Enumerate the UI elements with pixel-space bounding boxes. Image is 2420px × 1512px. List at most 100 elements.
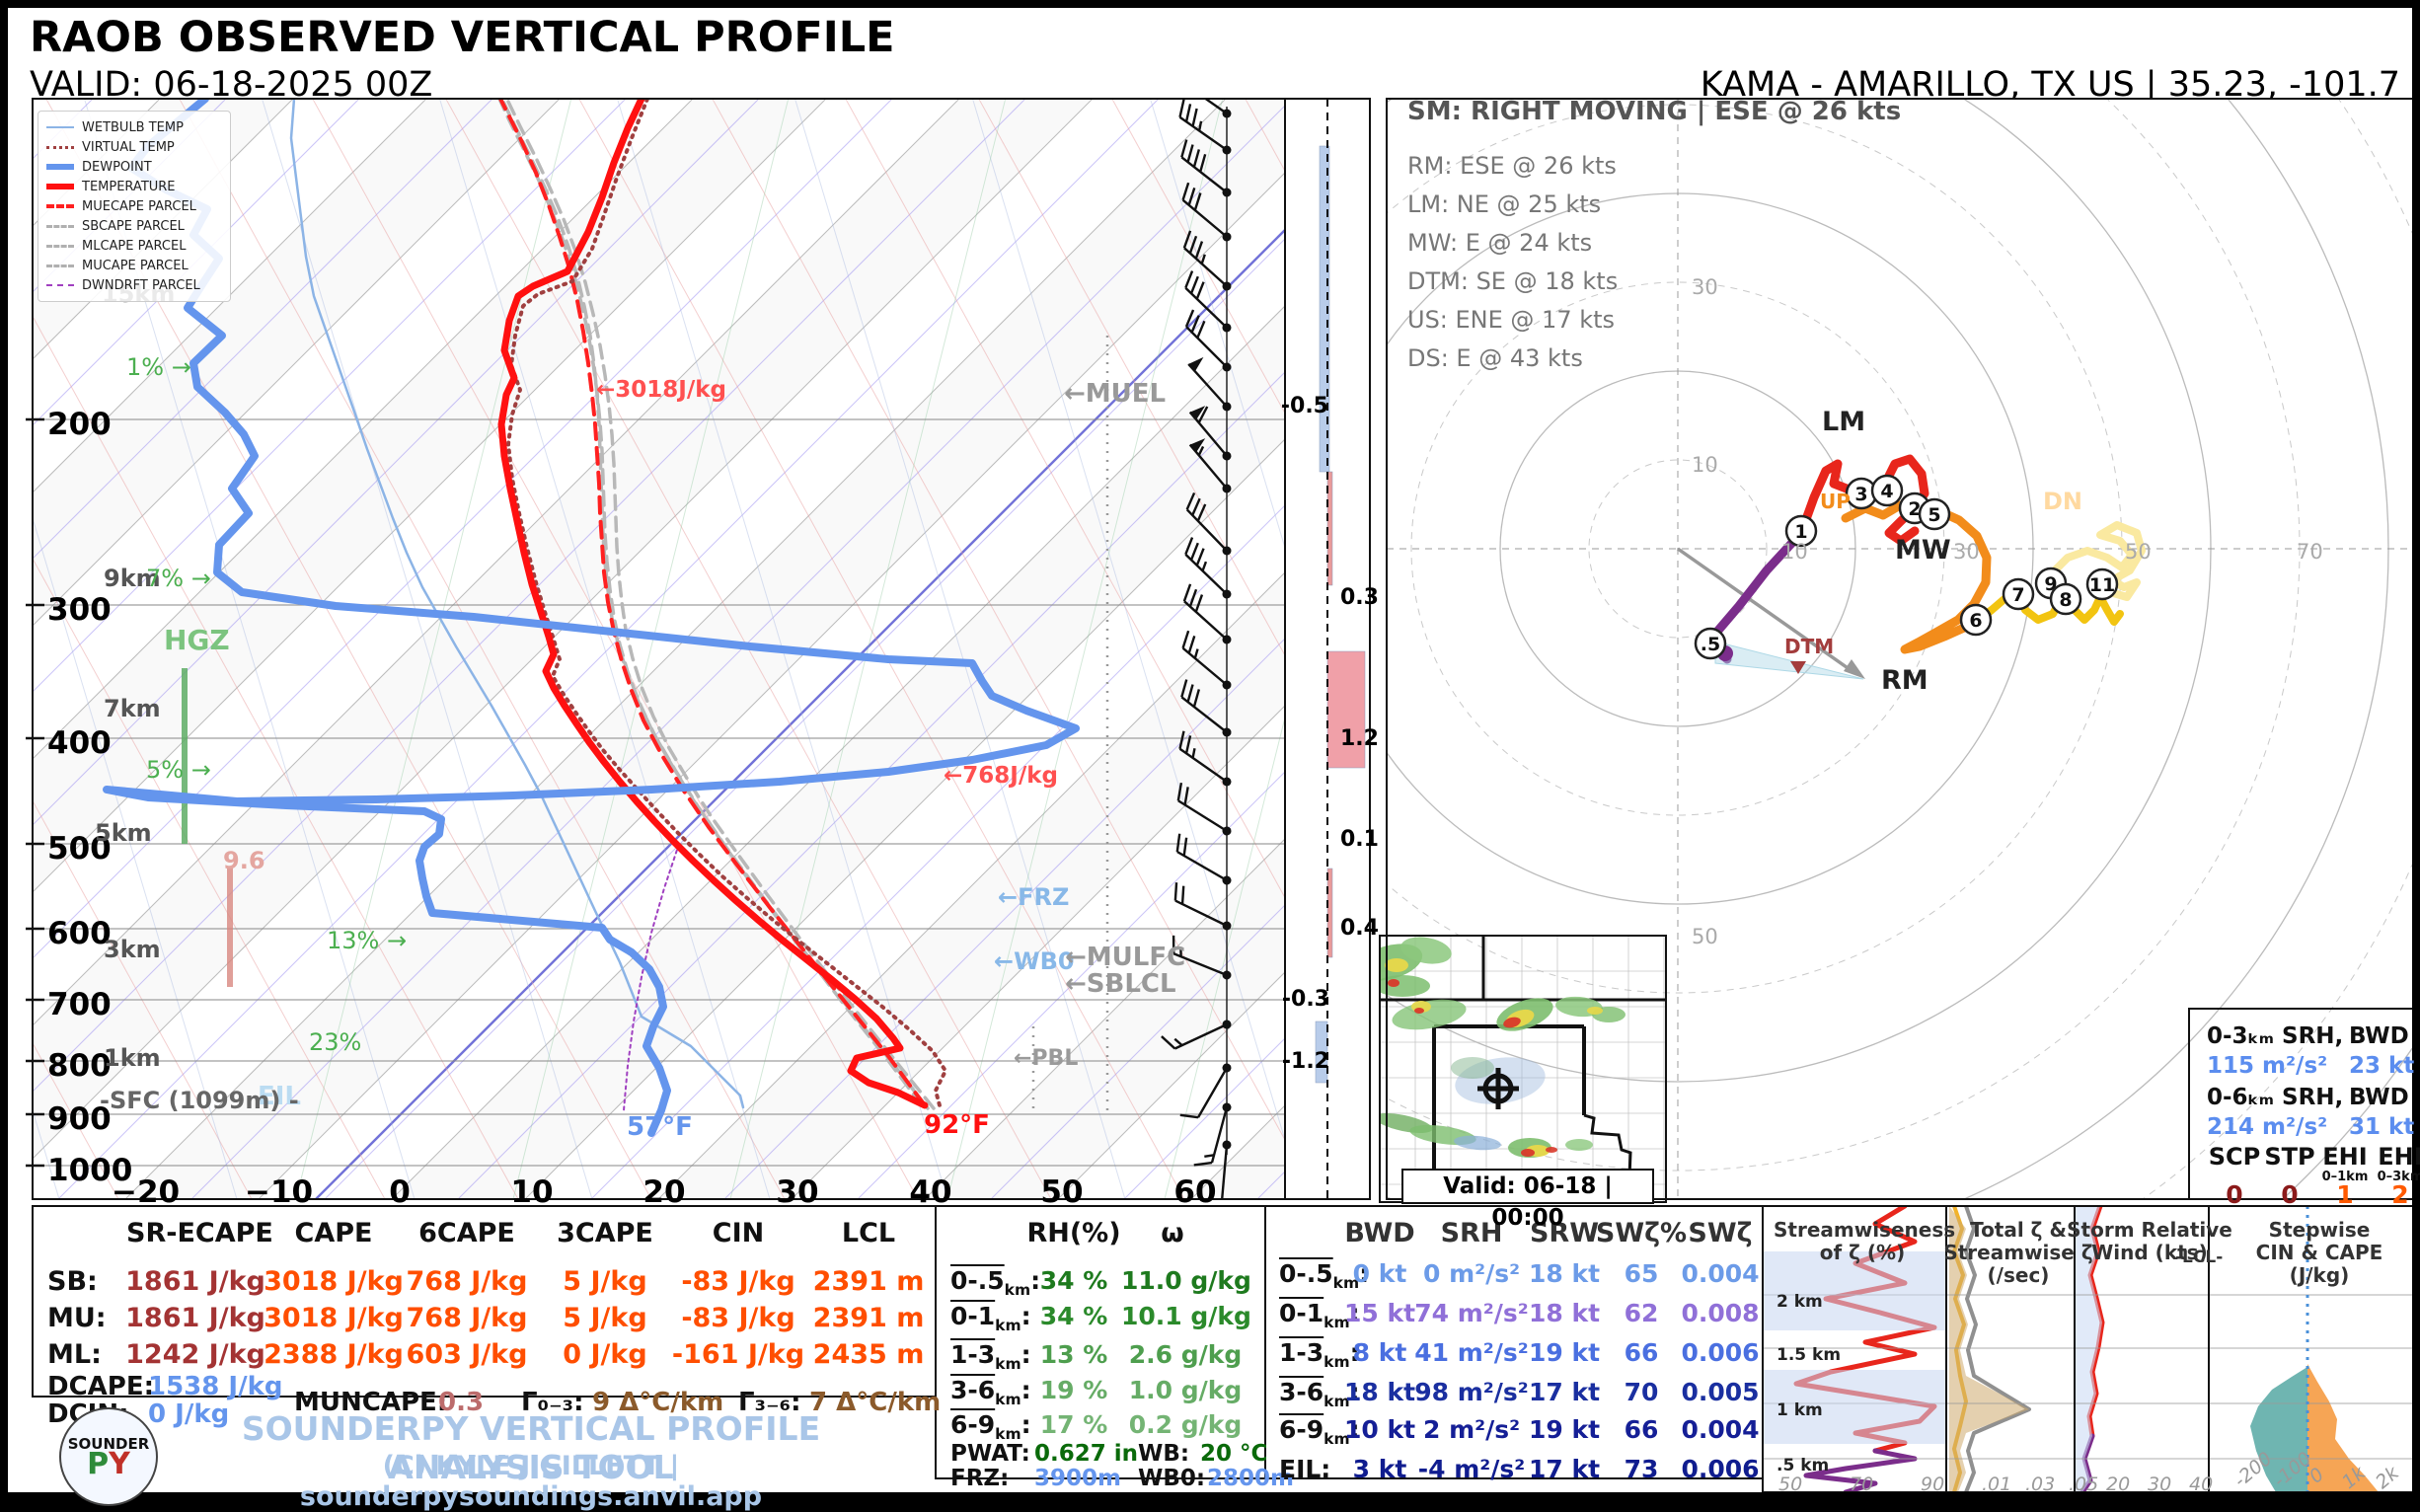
temp-axis-label: 10 [510,1176,554,1209]
composite-param-value: 2 [2371,1182,2420,1208]
mini-axis-tick: 70 [1850,1475,1873,1495]
legend-item: DEWPOINT [46,157,222,177]
omega-value-label: -1.2 [1250,1050,1329,1073]
shear-cell: 0.006 [1651,1340,1789,1366]
srh-box-row1-v1: 115 m²/s² [2207,1054,2327,1078]
height-km-label: 5km [95,821,152,846]
omega-value-label: 1.2 [1340,727,1379,750]
thermo-table-header: 6CAPE [398,1220,536,1247]
srh-box-row1-label2: BWD [2349,1024,2409,1048]
thermo-table-header: 3CAPE [536,1220,674,1247]
hodo-marker-label: 8 [2059,589,2072,611]
legend-line-sample-icon [46,126,74,128]
legend-line-sample-icon [46,225,74,228]
wb0-label: WB0: [1138,1467,1205,1490]
shear-cell: 0.008 [1651,1301,1789,1326]
wb-label: WB: [1138,1442,1189,1466]
pressure-axis-label: 300 [47,594,112,627]
hodo-point-label: DN [2043,490,2082,514]
rh-cell: 19 % [1024,1378,1123,1403]
pressure-axis-label: 700 [47,989,112,1021]
legend-item: MUECAPE PARCEL [46,196,222,216]
mini-panel-title: CIN & CAPE [2231,1243,2408,1263]
pressure-axis-label: 400 [47,727,112,760]
dcape-label: DCAPE: [47,1374,154,1400]
hodo-marker-label: 4 [1880,481,1893,502]
hodo-ring-label: 30 [1692,276,1718,298]
hodo-ring-label: 10 [1692,454,1718,476]
composite-param-header: SCP [2205,1145,2264,1170]
legend-item: SBCAPE PARCEL [46,216,222,236]
legend-item: TEMPERATURE [46,177,222,196]
mixing-ratio-cell: 2.6 g/kg [1121,1342,1249,1368]
thermo-row-label: MU: [47,1305,107,1332]
composite-param-header: EHI [2371,1145,2420,1170]
sounderpy-logo: SOUNDER PY [59,1407,158,1506]
temp-axis-label: 50 [1040,1176,1084,1209]
wb-value: 20 °C [1200,1442,1267,1466]
mini-axis-tick: 30 [2148,1475,2171,1495]
omega-value-label: 0.4 [1340,917,1379,940]
temp-axis-label: −10 [245,1176,288,1209]
height-km-label: 7km [104,697,161,721]
hodo-ring-label: 30 [1953,541,1980,563]
hodo-point-label: LM [1822,409,1865,436]
legend-item-label: MUCAPE PARCEL [82,259,189,273]
omega-table-header: ω [1143,1220,1202,1247]
legend-line-sample-icon [46,184,74,189]
temp-axis-label: 60 [1173,1176,1217,1209]
composite-param-value: 0 [2205,1182,2264,1208]
level-annotation: ←WB0 [994,949,1075,974]
mini-axis-tick: 90 [1921,1475,1944,1495]
sounderpy-profile-chart: RAOB OBSERVED VERTICAL PROFILE VALID: 06… [0,0,2420,1512]
temp-axis-label: 40 [909,1176,952,1209]
srh-box-row2-label2: BWD [2349,1086,2409,1109]
thermo-table-header: LCL [799,1220,938,1247]
map-valid-label: Valid: 06-18 | 00:00 [1401,1169,1654,1204]
thermo-cell: 768 J/kg [388,1268,546,1296]
surface-dewpoint-label: 57°F [627,1114,693,1141]
srh-box-row2-v1: 214 m²/s² [2207,1115,2327,1139]
mini-panel-title: Stepwise [2231,1220,2408,1241]
legend-item-label: MLCAPE PARCEL [82,239,186,254]
mini-panel-title: (J/kg) [2231,1265,2408,1286]
pressure-axis-label: 200 [47,409,112,441]
legend-item-label: VIRTUAL TEMP [82,140,175,155]
legend-item-label: MUECAPE PARCEL [82,199,196,214]
temp-axis-label: 0 [378,1176,421,1209]
thermo-table-header: CIN [669,1220,807,1247]
storm-motion-line: US: ENE @ 17 kts [1407,308,1615,333]
srh-box-row2-label: 0-6ₖₘ SRH, [2207,1086,2343,1109]
rh-cell: 34 % [1024,1268,1123,1294]
mini-axis-tick: .01 [1982,1475,2011,1495]
legend-item-label: WETBULB TEMP [82,120,184,135]
level-annotation: ←PBL [1014,1047,1078,1070]
thermo-cell: 2391 m [790,1268,947,1296]
mixing-ratio-cell: 11.0 g/kg [1121,1268,1249,1294]
thermo-cell: 2391 m [790,1305,947,1332]
storm-motion-line: RM: ESE @ 26 kts [1407,154,1617,179]
hodo-point-label: MW [1895,537,1951,565]
shear-cell: 0.006 [1651,1457,1789,1482]
mini-panel-title: Storm Relative [2061,1220,2238,1241]
height-km-label: 1km [104,1046,161,1071]
chart-canvas: RAOB OBSERVED VERTICAL PROFILE VALID: 06… [8,8,2412,1492]
legend-item-label: TEMPERATURE [82,180,176,194]
level-annotation: ←SBLCL [1065,971,1176,998]
srh-box-row1-label: 0-3ₖₘ SRH, [2207,1024,2343,1048]
rh-percent-label: 13% → [327,929,407,953]
hodo-marker-label: 3 [1854,484,1867,505]
hodo-marker-label: 5 [1928,504,1940,526]
composite-param-value: 0 [2260,1182,2319,1208]
pwat-label: PWAT: [950,1442,1030,1466]
hodo-ring-label: 50 [1692,926,1718,947]
storm-motion-line: DS: E @ 43 kts [1407,346,1583,371]
thermo-table-header: SR-ECAPE [126,1220,265,1247]
mini-panel-title: (/sec) [1929,1265,2107,1286]
hgz-label: HGZ [164,626,230,654]
rh-percent-label: 7% → [146,567,211,591]
level-annotation: ←MUEL [1064,381,1166,408]
rh-percent-label: 23% [309,1030,361,1055]
legend-item-label: DWNDRFT PARCEL [82,278,200,293]
level-annotation: ←FRZ [998,885,1069,910]
